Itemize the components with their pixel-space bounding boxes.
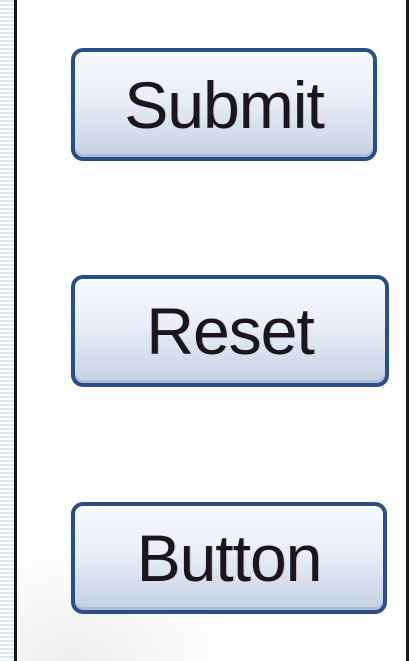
- button-panel: Submit Reset Button: [14, 0, 409, 661]
- generic-button-label: Button: [136, 521, 323, 595]
- submit-button[interactable]: Submit: [71, 48, 377, 161]
- left-pattern-strip: [0, 0, 14, 661]
- reset-button[interactable]: Reset: [71, 275, 389, 387]
- reset-button-label: Reset: [146, 294, 314, 368]
- generic-button[interactable]: Button: [71, 502, 387, 614]
- submit-button-label: Submit: [124, 67, 324, 142]
